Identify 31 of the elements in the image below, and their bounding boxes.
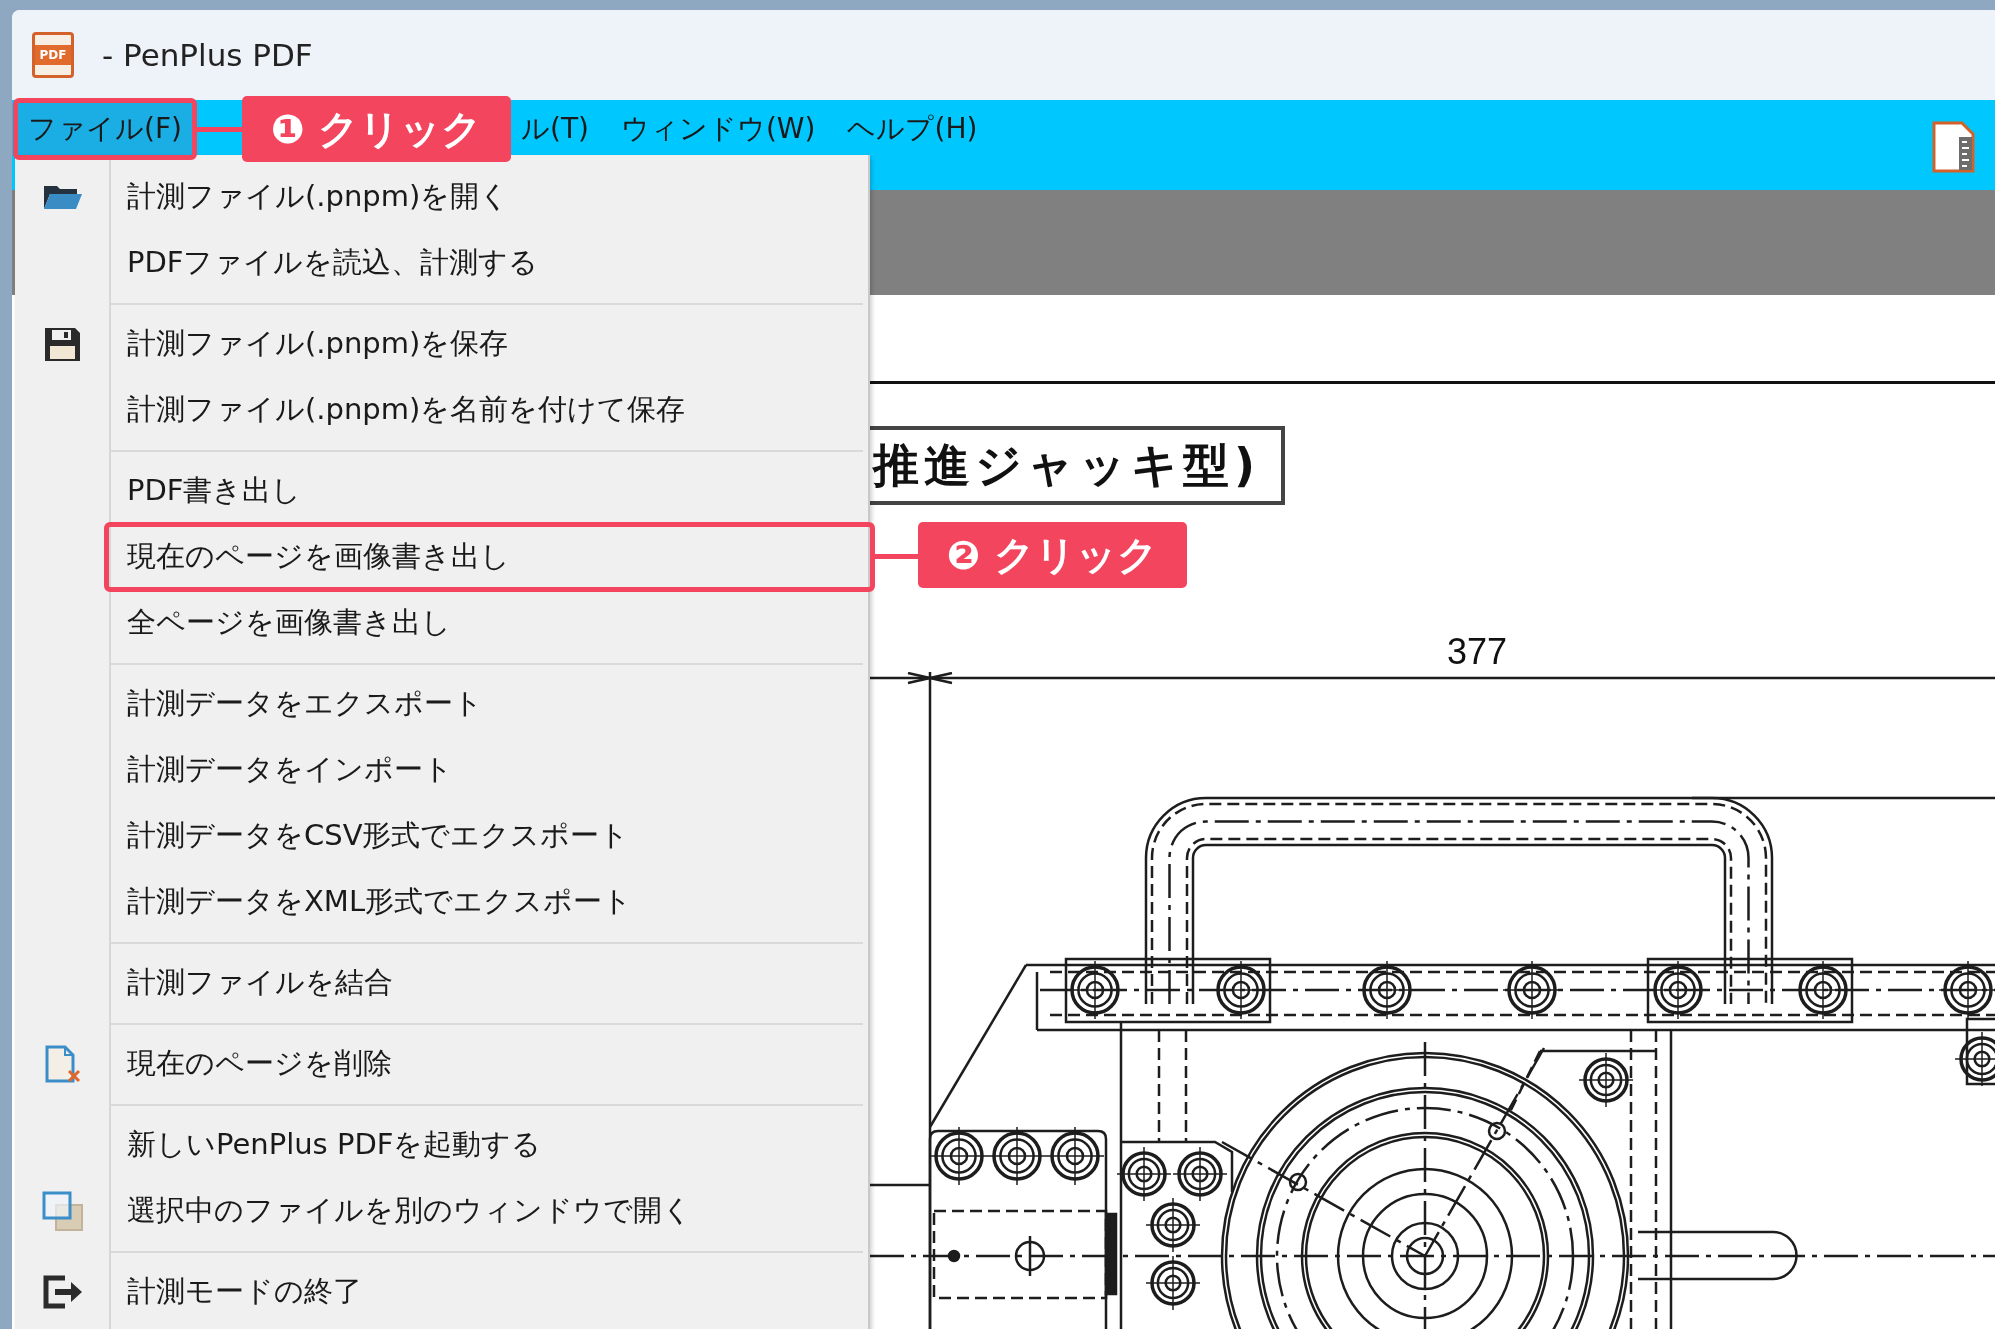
menu-item[interactable]: 計測データをエクスポート — [15, 671, 868, 737]
menu-item[interactable]: 全ページを画像書き出し — [15, 590, 868, 656]
menu-item[interactable]: 計測データをXML形式でエクスポート — [15, 869, 868, 935]
dimension-label: 377 — [1447, 634, 1508, 670]
menu-item[interactable]: 計測ファイルを結合 — [15, 950, 868, 1016]
document-ruler-icon[interactable] — [1932, 120, 1976, 173]
window-title: - PenPlus PDF — [102, 35, 313, 75]
menu-item[interactable]: 計測データをインポート — [15, 737, 868, 803]
menu-item[interactable]: 計測モードの終了 — [15, 1259, 868, 1325]
menu-bar-item[interactable]: ル(T) — [510, 103, 599, 155]
menu-item[interactable]: 計測データをCSV形式でエクスポート — [15, 803, 868, 869]
folder-icon — [43, 185, 82, 209]
exit-arrow-icon — [42, 1275, 83, 1309]
app-logo: PDF — [32, 32, 74, 78]
menu-bar-item[interactable]: ヘルプ(H) — [837, 103, 988, 155]
menu-item[interactable]: 現在のページを画像書き出し — [15, 524, 868, 590]
menu-bar-item[interactable]: ウィンドウ(W) — [610, 103, 826, 155]
menu-item[interactable]: 計測ファイル(.pnpm)を開く — [15, 164, 868, 230]
callout-label: ❷ クリック — [918, 522, 1187, 588]
menu-item[interactable]: PDFファイルを読込、計測する — [15, 230, 868, 296]
menu-item[interactable]: 計測ファイル(.pnpm)を名前を付けて保存 — [15, 377, 868, 443]
menu-item[interactable]: 新しいPenPlus PDFを起動する — [15, 1112, 868, 1178]
overlapping-squares-icon — [42, 1191, 83, 1231]
menu-item[interactable]: 計測ファイル(.pnpm)を保存 — [15, 311, 868, 377]
drawing-title: 推進ジャッキ型) — [870, 426, 1285, 505]
menu-item[interactable]: PDF書き出し — [15, 458, 868, 524]
callout-label: ❶ クリック — [241, 96, 511, 162]
menu-item[interactable]: 現在のページを削除 — [15, 1031, 868, 1097]
document-cross-icon — [44, 1045, 81, 1083]
menu-bar-item[interactable]: ファイル(F) — [18, 103, 192, 155]
menu-item[interactable]: 選択中のファイルを別のウィンドウで開く — [15, 1178, 868, 1244]
